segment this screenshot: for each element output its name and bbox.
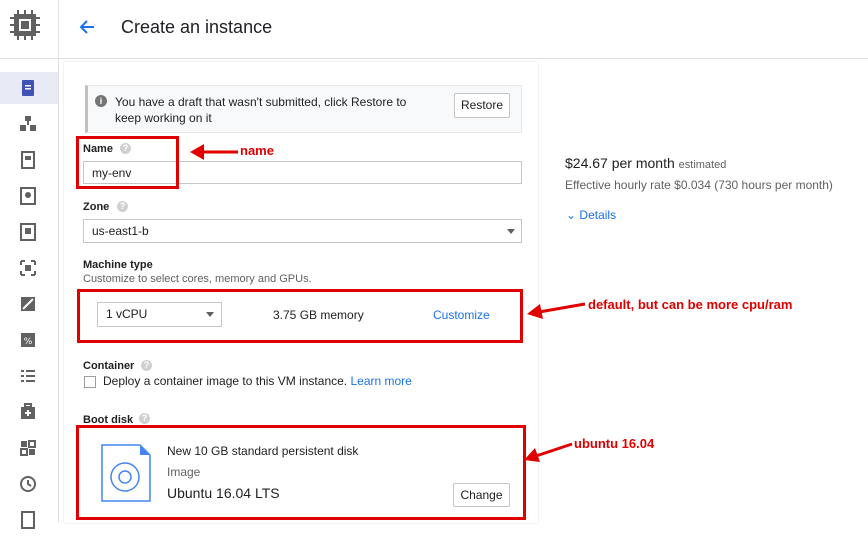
price-line: $24.67 per month estimated	[565, 155, 726, 171]
machine-type-highlight-box	[77, 289, 523, 343]
name-annotation: name	[240, 143, 274, 158]
settings-icon[interactable]	[17, 509, 39, 531]
learn-more-link[interactable]: Learn more	[350, 374, 411, 388]
container-label: Container	[83, 360, 135, 372]
restore-button[interactable]: Restore	[454, 93, 510, 118]
metadata-icon[interactable]	[17, 365, 39, 387]
boot-annotation-arrow-icon	[524, 442, 573, 462]
machine-type-hint: Customize to select cores, memory and GP…	[83, 273, 312, 285]
back-arrow-icon[interactable]	[74, 17, 100, 41]
container-checkbox-text: Deploy a container image to this VM inst…	[103, 374, 348, 388]
boot-disk-help-icon[interactable]: ?	[139, 413, 150, 424]
info-icon: i	[95, 95, 107, 107]
vm-instances-icon[interactable]	[17, 77, 39, 99]
chip-icon	[10, 10, 40, 40]
container-checkbox[interactable]	[84, 376, 96, 388]
hourly-rate: Effective hourly rate $0.034 (730 hours …	[565, 178, 833, 192]
boot-disk-highlight-box	[76, 425, 526, 520]
tpus-icon[interactable]	[17, 293, 39, 315]
compute-engine-logo	[0, 0, 59, 58]
name-highlight-box	[76, 136, 179, 189]
zones-icon[interactable]	[17, 437, 39, 459]
rail-icons: %	[0, 59, 58, 529]
name-annotation-arrow-icon	[190, 144, 238, 160]
disks-icon[interactable]	[17, 185, 39, 207]
snapshots-icon[interactable]	[17, 221, 39, 243]
zone-help-icon[interactable]: ?	[117, 201, 128, 212]
boot-annotation: ubuntu 16.04	[574, 436, 655, 451]
instance-templates-icon[interactable]	[17, 149, 39, 171]
svg-text:%: %	[24, 337, 33, 347]
images-icon[interactable]	[17, 257, 39, 279]
zone-select[interactable]: us-east1-b	[83, 219, 522, 243]
instance-groups-icon[interactable]	[17, 113, 39, 135]
draft-banner-text: You have a draft that wasn't submitted, …	[115, 95, 407, 125]
page-title: Create an instance	[121, 17, 273, 37]
machine-annotation-arrow-icon	[527, 302, 586, 319]
details-toggle[interactable]: ⌄ Details	[566, 208, 616, 222]
container-checkbox-label: Deploy a container image to this VM inst…	[103, 374, 412, 388]
machine-annotation: default, but can be more cpu/ram	[588, 297, 793, 312]
health-checks-icon[interactable]	[17, 401, 39, 423]
container-help-icon[interactable]: ?	[141, 360, 152, 371]
estimated-label: estimated	[678, 159, 727, 171]
committed-use-icon[interactable]: %	[17, 329, 39, 351]
zone-label: Zone	[83, 201, 110, 213]
monthly-price: $24.67 per month	[565, 155, 675, 171]
machine-type-label: Machine type	[83, 259, 153, 271]
zone-chevron-down-icon	[507, 229, 515, 234]
chevron-down-icon: ⌄	[566, 208, 577, 222]
operations-clock-icon[interactable]	[17, 473, 39, 495]
details-link[interactable]: Details	[579, 208, 616, 222]
zone-select-value: us-east1-b	[92, 224, 149, 238]
